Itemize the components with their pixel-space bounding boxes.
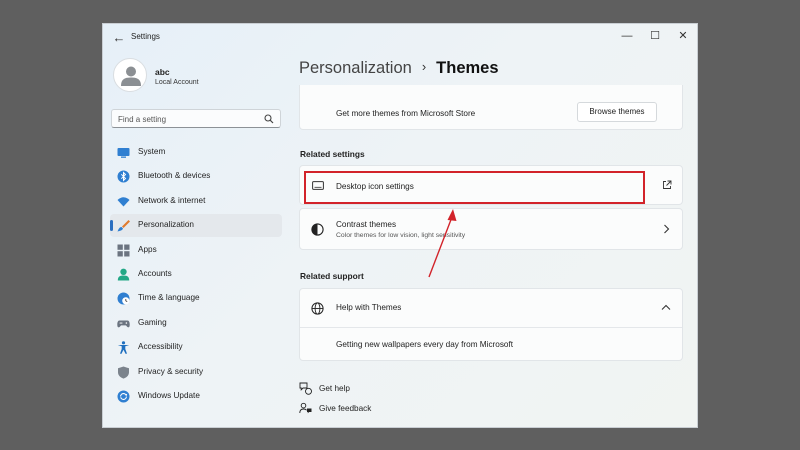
settings-window: ← Settings — ☐ ✕ abc Local Account Syste…	[102, 23, 698, 428]
annotation-arrow-icon	[428, 209, 457, 278]
